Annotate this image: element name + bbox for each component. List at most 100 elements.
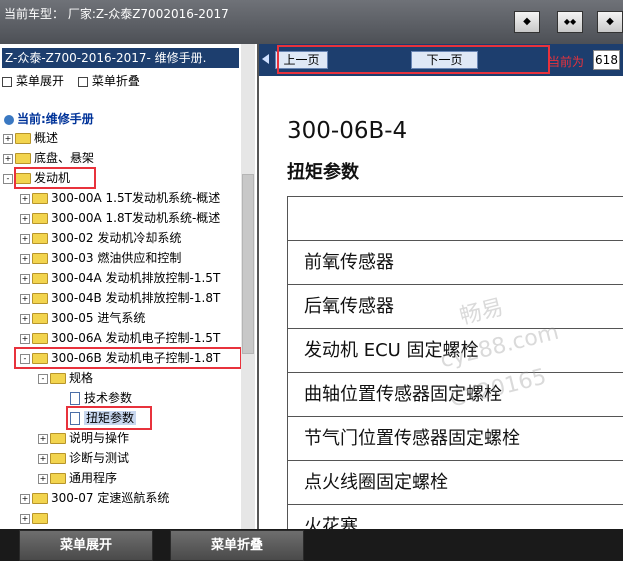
table-cell: 节气门位置传感器固定螺栓 [304, 428, 520, 449]
prev-page-button[interactable]: 上一页 [275, 51, 328, 69]
tree-node[interactable]: +300-07 定速巡航系统 [20, 488, 169, 508]
sidebar: Z-众泰-Z700-2016-2017- 维修手册. 菜单展开 菜单折叠 当前:… [0, 44, 259, 529]
table-cell: 发动机 ECU 固定螺栓 [304, 340, 479, 361]
tree-node-tech-params[interactable]: 技术参数 [70, 388, 132, 408]
tree-node[interactable]: +300-03 燃油供应和控制 [20, 248, 181, 268]
tree-expander-icon[interactable]: + [20, 513, 30, 524]
tree-expander-icon[interactable]: + [20, 493, 30, 504]
tree-node-label: 300-06A 发动机电子控制-1.5T [51, 331, 221, 345]
tree-node-300-06b[interactable]: - 300-06B 发动机电子控制-1.8T [20, 348, 220, 368]
tree-expander-icon[interactable]: + [3, 153, 13, 164]
tree-expander-icon[interactable]: + [20, 313, 30, 324]
current-page-label: 当前为 [548, 55, 585, 69]
document-icon [70, 392, 80, 405]
folder-icon [32, 513, 48, 524]
tree-expander-icon[interactable]: - [38, 373, 48, 384]
tree-node[interactable]: +300-04A 发动机排放控制-1.5T [20, 268, 220, 288]
tree-node-specs[interactable]: - 规格 [38, 368, 93, 388]
tree-node-torque-params[interactable]: 扭矩参数 [70, 408, 137, 428]
window-right-icon: ◆ [606, 16, 614, 27]
table-cell: 火花塞 [304, 516, 358, 529]
sidebar-scrollbar[interactable] [241, 44, 255, 529]
tree-node-label: 300-00A 1.5T发动机系统-概述 [51, 191, 221, 205]
table-cell: 点火线圈固定螺栓 [304, 472, 448, 493]
tree-expander-icon[interactable]: + [3, 133, 13, 144]
tree-node-label: 通用程序 [69, 471, 118, 485]
sidebar-collapse-link[interactable]: 菜单折叠 [77, 74, 140, 88]
sidebar-collapse-label: 菜单折叠 [91, 74, 140, 88]
tree-expander-icon[interactable]: + [20, 193, 30, 204]
tree-node[interactable]: +300-02 发动机冷却系统 [20, 228, 181, 248]
arrow-left-icon[interactable] [262, 54, 269, 64]
pager-bar: 上一页 下一页 当前为 [259, 44, 623, 76]
folder-icon [32, 293, 48, 304]
table-row: 火花塞 [287, 505, 623, 529]
folder-icon [32, 193, 48, 204]
window-split-button[interactable]: ◆◆ [557, 11, 583, 33]
tree-node-label: 技术参数 [84, 391, 133, 405]
section-heading: 扭矩参数 [287, 162, 359, 183]
expand-box-icon [2, 76, 12, 87]
folder-icon [15, 153, 31, 164]
table-row: 点火线圈固定螺栓 [287, 461, 623, 505]
tree-node-label-selected: 扭矩参数 [84, 411, 137, 425]
tree-node[interactable]: +300-05 进气系统 [20, 308, 145, 328]
tree-node-label: 300-06B 发动机电子控制-1.8T [51, 351, 221, 365]
document-icon [70, 412, 80, 425]
section-number: 300-06B-4 [287, 118, 408, 144]
tree-node[interactable]: +300-00A 1.8T发动机系统-概述 [20, 208, 220, 228]
tree-expander-icon[interactable]: + [38, 453, 48, 464]
tree-expander-icon[interactable]: + [20, 333, 30, 344]
tree-node-label: 发动机 [34, 171, 71, 185]
folder-icon [32, 273, 48, 284]
folder-icon [32, 313, 48, 324]
window-right-button[interactable]: ◆ [597, 11, 623, 33]
table-cell: 后氧传感器 [304, 296, 394, 317]
tree-node-label: 概述 [34, 131, 59, 145]
folder-icon [32, 213, 48, 224]
tree-node[interactable]: + 诊断与测试 [38, 448, 129, 468]
folder-icon [50, 433, 66, 444]
folder-icon [32, 333, 48, 344]
tree-node[interactable]: +300-06A 发动机电子控制-1.5T [20, 328, 220, 348]
tree-expander-icon[interactable]: + [38, 473, 48, 484]
table-row: 后氧传感器 [287, 285, 623, 329]
tree-expander-icon[interactable]: + [20, 233, 30, 244]
tree-node-label: 300-07 定速巡航系统 [51, 491, 170, 505]
tree-expander-icon[interactable]: + [20, 273, 30, 284]
tree-node-engine[interactable]: - 发动机 [3, 168, 70, 188]
tree-node[interactable]: +300-00A 1.5T发动机系统-概述 [20, 188, 220, 208]
sidebar-expand-link[interactable]: 菜单展开 [2, 74, 64, 88]
window-single-button[interactable]: ◆ [514, 11, 540, 33]
tree-node[interactable]: + 底盘、悬架 [3, 148, 94, 168]
footer-collapse-button[interactable]: 菜单折叠 [170, 530, 304, 561]
next-page-button[interactable]: 下一页 [411, 51, 478, 69]
tree-expander-icon[interactable]: + [20, 213, 30, 224]
tree-node[interactable]: +300-04B 发动机排放控制-1.8T [20, 288, 220, 308]
footer-expand-button[interactable]: 菜单展开 [19, 530, 153, 561]
tree-expander-icon[interactable]: - [20, 353, 30, 364]
sidebar-scroll-thumb[interactable] [242, 174, 254, 354]
tree-expander-icon[interactable]: - [3, 173, 13, 184]
folder-icon [50, 453, 66, 464]
tree-node[interactable]: + 通用程序 [38, 468, 117, 488]
torque-table: 前氧传感器 后氧传感器 发动机 ECU 固定螺栓 曲轴位置传感器固定螺栓 节气门… [287, 196, 623, 529]
tree-node[interactable]: + 说明与操作 [38, 428, 129, 448]
tree-node-label: 300-05 进气系统 [51, 311, 146, 325]
globe-icon [4, 114, 14, 125]
tree-node[interactable]: + 概述 [3, 128, 58, 148]
tree-node-label: 300-04A 发动机排放控制-1.5T [51, 271, 221, 285]
tree-node[interactable]: + [20, 508, 51, 528]
header-bar: 当前车型： 厂家:Z-众泰Z7002016-2017 ◆ ◆◆ ◆ [0, 0, 623, 44]
tree-expander-icon[interactable]: + [20, 293, 30, 304]
document-panel: 上一页 下一页 当前为 300-06B-4 扭矩参数 前氧传感器 后氧传感器 发… [259, 44, 623, 529]
current-page-input[interactable] [593, 50, 620, 70]
sidebar-menu-links: 菜单展开 菜单折叠 [2, 72, 150, 89]
current-vehicle-label: 当前车型： 厂家:Z-众泰Z7002016-2017 [4, 7, 229, 21]
manual-title: Z-众泰-Z700-2016-2017- 维修手册. [2, 48, 239, 68]
collapse-box-icon [77, 76, 88, 87]
folder-icon [32, 233, 48, 244]
tree-expander-icon[interactable]: + [20, 253, 30, 264]
tree-node-label: 300-02 发动机冷却系统 [51, 231, 182, 245]
tree-expander-icon[interactable]: + [38, 433, 48, 444]
